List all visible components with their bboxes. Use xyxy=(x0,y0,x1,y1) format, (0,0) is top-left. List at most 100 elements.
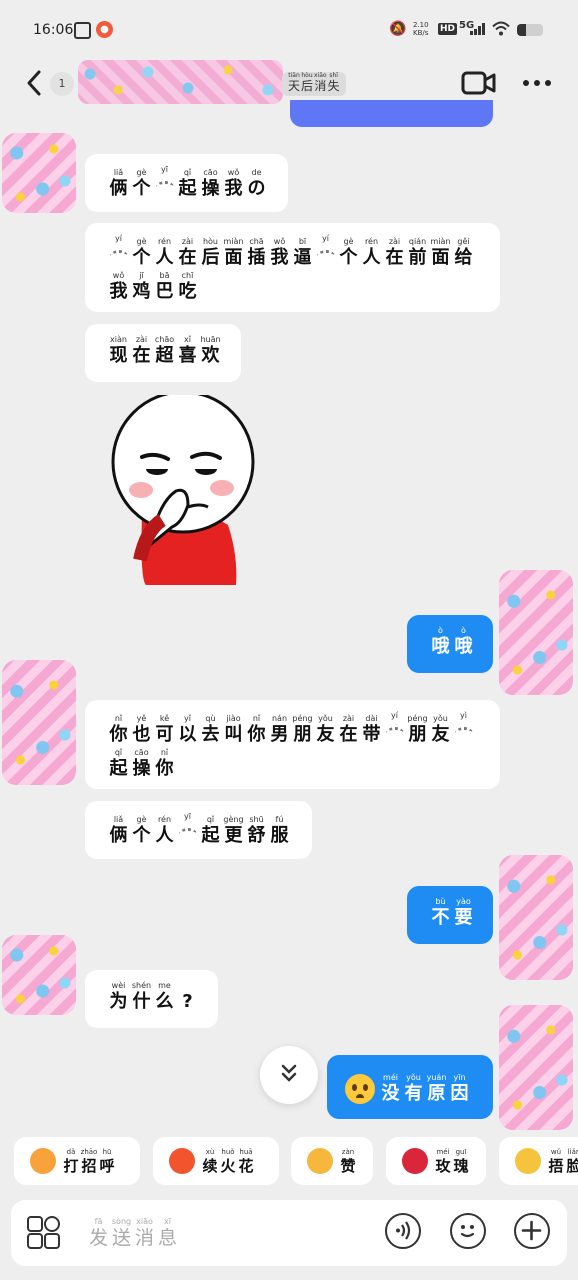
voice-button[interactable] xyxy=(385,1213,421,1249)
hanzi: 哦 xyxy=(431,636,450,657)
ruby-char: péng 朋 xyxy=(291,714,314,746)
video-call-button[interactable] xyxy=(461,70,497,96)
emoji-button[interactable] xyxy=(450,1213,486,1249)
thumbs-up-icon xyxy=(307,1148,333,1174)
chevron-left-icon xyxy=(27,70,41,96)
ruby-char: gèng 更 xyxy=(222,815,245,847)
pinyin: bù xyxy=(435,897,446,906)
pinyin: liǎn xyxy=(567,1147,578,1156)
hanzi: 去 xyxy=(201,724,220,745)
ruby-char: qián 前 xyxy=(406,237,429,269)
contact-name-obscured[interactable] xyxy=(78,60,283,104)
quick-reply-label: zàn 赞 xyxy=(339,1148,357,1175)
outgoing-message-bubble[interactable]: bù 不 yào 要 xyxy=(407,886,493,944)
contact-avatar[interactable] xyxy=(2,133,76,213)
contact-avatar[interactable] xyxy=(2,935,76,1015)
pinyin: wǒ xyxy=(273,237,286,246)
quick-reply-like[interactable]: zàn 赞 xyxy=(291,1137,373,1185)
message-text: méi 没 yǒu 有 yuán 原 yīn 因 xyxy=(379,1073,471,1105)
message-text: ò哦ò哦 xyxy=(429,626,475,658)
swirl-glyph xyxy=(178,822,197,847)
ruby-char: chī 吃 xyxy=(176,271,199,303)
hanzi: 为 xyxy=(109,991,128,1012)
ruby-char: shén 什 xyxy=(130,981,153,1013)
ruby-char: hòu 后 xyxy=(301,72,313,93)
hanzi: 俩 xyxy=(109,178,128,199)
pinyin: chāo xyxy=(154,335,175,344)
hanzi: 给 xyxy=(454,247,473,268)
ruby-char: zài 在 xyxy=(130,335,153,367)
plus-icon xyxy=(521,1220,542,1241)
pinyin: zài xyxy=(342,714,355,723)
video-camera-icon xyxy=(461,71,496,95)
hanzi: 呼 xyxy=(99,1156,115,1175)
scroll-to-bottom-button[interactable] xyxy=(260,1046,318,1104)
ruby-char: liǎ 俩 xyxy=(107,168,130,200)
quick-reply-rose[interactable]: méi 玫 guī 瑰 xyxy=(386,1137,486,1185)
more-dots-icon xyxy=(523,80,551,86)
ruby-char: xiāo 消 xyxy=(133,1217,156,1249)
message-input[interactable]: fā 发 sòng 送 xiāo 消 xī 息 xyxy=(87,1217,179,1249)
incoming-message-bubble[interactable]: liǎ 俩 gè 个 yī qǐ 起 cāo 操 wǒ 我 de の xyxy=(85,154,288,212)
hanzi: 失 xyxy=(327,79,340,93)
hanzi: 消 xyxy=(314,79,327,93)
ruby-char: cāo 操 xyxy=(199,168,222,200)
incoming-message-bubble[interactable]: xiàn 现 zài 在 chāo 超 xǐ 喜 huān 欢 xyxy=(85,324,241,382)
hanzi: 前 xyxy=(408,247,427,268)
contact-avatar[interactable] xyxy=(2,660,76,785)
more-options-button[interactable] xyxy=(520,70,554,96)
message-text: liǎ 俩 gè 个 yī qǐ 起 cāo 操 wǒ 我 de の xyxy=(107,165,270,200)
pinyin: de xyxy=(251,168,262,177)
incoming-message-bubble[interactable]: nǐ 你 yě 也 kě 可 yǐ 以 qù 去 jiào 叫 nǐ 你 nán 男 péng 朋 yǒu 友 zài 在… xyxy=(85,700,500,789)
quick-reply-label: wǔ捂liǎn脸 xyxy=(547,1148,578,1175)
my-avatar[interactable] xyxy=(499,570,573,695)
quick-reply-facepalm[interactable]: wǔ捂liǎn脸 xyxy=(499,1137,578,1185)
ruby-char: shī 失 xyxy=(328,72,340,93)
quick-reply-greet[interactable]: dǎ 打 zhāo 招 hū 呼 xyxy=(14,1137,140,1185)
incoming-message-bubble[interactable]: liǎ 俩 gè 个 rén 人 yī qǐ 起 gèng 更 shū 舒 fú 服 xyxy=(85,801,312,859)
outgoing-message-bubble[interactable]: méi 没 yǒu 有 yuán 原 yīn 因 xyxy=(327,1055,493,1119)
pinyin: péng xyxy=(292,714,313,723)
network-speed-value: 2.10 xyxy=(413,21,429,29)
hanzi: 么 xyxy=(155,991,174,1012)
pinyin: yào xyxy=(456,897,471,906)
hanzi: 招 xyxy=(81,1156,97,1175)
swirl-glyph-icon xyxy=(316,250,335,263)
ruby-char: sòng 送 xyxy=(110,1217,133,1249)
incoming-message-bubble[interactable]: wèi 为 shén 什 me 么? xyxy=(85,970,218,1028)
quick-reply-streak[interactable]: xù 续 huǒ 火 huā 花 xyxy=(153,1137,279,1185)
hanzi: 在 xyxy=(178,247,197,268)
ruby-char: yǒu 友 xyxy=(314,714,337,746)
previous-outgoing-bubble[interactable] xyxy=(290,100,493,127)
my-avatar[interactable] xyxy=(499,855,573,980)
pinyin: rén xyxy=(364,237,379,246)
pinyin: yǒu xyxy=(318,714,333,723)
apps-button[interactable] xyxy=(27,1216,61,1250)
ruby-char: zài 在 xyxy=(383,237,406,269)
ruby-char: miàn 面 xyxy=(429,237,452,269)
hanzi: 起 xyxy=(201,825,220,846)
pinyin: méi xyxy=(436,1147,450,1156)
add-button[interactable] xyxy=(514,1213,550,1249)
hanzi: 续 xyxy=(202,1156,218,1175)
wifi-icon xyxy=(492,21,510,36)
pinyin: hòu xyxy=(301,72,313,79)
outgoing-message-bubble[interactable]: ò哦ò哦 xyxy=(407,615,493,673)
swirl-glyph xyxy=(454,721,473,746)
hanzi: 脸 xyxy=(566,1156,578,1175)
pinyin: liǎ xyxy=(113,168,124,177)
ruby-char: yě 也 xyxy=(130,714,153,746)
pinyin: xiàn xyxy=(110,335,127,344)
sticker-message[interactable] xyxy=(110,395,260,585)
message-text: yí gè 个 rén 人 zài 在 hòu 后 miàn 面 chā 插 wǒ 我 bī 逼 yí gè 个 rén… xyxy=(107,234,482,303)
swirl-glyph-icon xyxy=(178,828,197,841)
pinyin: zài xyxy=(135,335,148,344)
pinyin: xǐ xyxy=(184,335,191,344)
ruby-char: qǐ 起 xyxy=(199,815,222,847)
hanzi: 赞 xyxy=(340,1156,356,1175)
ruby-char: yǒu 有 xyxy=(402,1073,425,1105)
swirl-glyph xyxy=(316,244,335,269)
my-avatar[interactable] xyxy=(499,1005,573,1130)
incoming-message-bubble[interactable]: yí gè 个 rén 人 zài 在 hòu 后 miàn 面 chā 插 wǒ 我 bī 逼 yí gè 个 rén… xyxy=(85,223,500,312)
ruby-char: qù 去 xyxy=(199,714,222,746)
